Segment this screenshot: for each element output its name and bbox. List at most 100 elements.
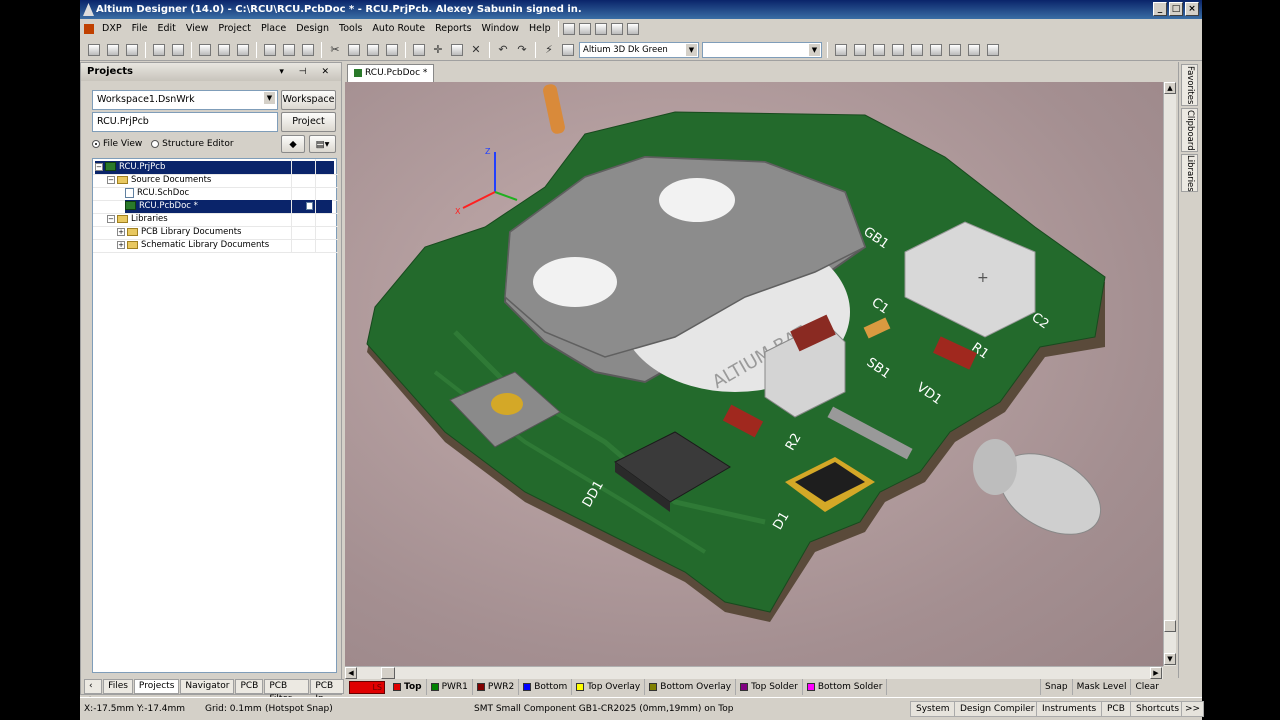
tree-item-schdoc[interactable]: RCU.SchDoc — [125, 187, 189, 200]
zoom-area-icon[interactable] — [281, 42, 297, 58]
expand-icon[interactable]: + — [117, 227, 125, 236]
close-button[interactable]: × — [1185, 2, 1199, 16]
room-icon[interactable] — [609, 21, 625, 37]
menu-tools[interactable]: Tools — [334, 19, 367, 39]
expand-icon[interactable]: + — [117, 240, 125, 249]
project-button[interactable]: Project — [281, 112, 336, 132]
interactive-route-icon[interactable] — [577, 21, 593, 37]
scroll-right-icon[interactable]: ▶ — [1150, 667, 1162, 679]
tab-projects[interactable]: Projects — [133, 679, 180, 694]
tree-item-pcbdoc[interactable]: RCU.PcbDoc * — [125, 200, 332, 213]
collapse-icon[interactable]: − — [107, 175, 115, 184]
tree-item-project[interactable]: − RCU.PrjPcb — [95, 161, 334, 174]
tab-favorites[interactable]: Favorites — [1181, 64, 1198, 106]
project-options-icon[interactable]: ▤▾ — [309, 135, 336, 153]
fill-icon[interactable] — [928, 42, 944, 58]
zoom-fit-icon[interactable] — [262, 42, 278, 58]
tab-files[interactable]: Files — [103, 679, 133, 694]
browse-icon[interactable] — [560, 42, 576, 58]
open-icon[interactable] — [105, 42, 121, 58]
tree-item-pcb-library-documents[interactable]: + PCB Library Documents — [117, 226, 241, 239]
new-icon[interactable] — [86, 42, 102, 58]
layer-top-overlay[interactable]: Top Overlay — [572, 679, 646, 695]
layer-top-solder[interactable]: Top Solder — [736, 679, 803, 695]
move-icon[interactable]: ✛ — [430, 42, 446, 58]
menu-place[interactable]: Place — [256, 19, 291, 39]
workspace-button[interactable]: Workspace — [281, 90, 336, 110]
project-field[interactable]: RCU.PrjPcb — [92, 112, 278, 132]
menu-project[interactable]: Project — [213, 19, 256, 39]
menu-edit[interactable]: Edit — [152, 19, 180, 39]
menu-file[interactable]: File — [127, 19, 153, 39]
save-icon[interactable] — [124, 42, 140, 58]
layer-bottom[interactable]: Bottom — [519, 679, 573, 695]
tab-scroll-left[interactable]: ‹ › — [84, 679, 103, 704]
component-icon[interactable] — [985, 42, 1001, 58]
clear-button[interactable]: Clear — [1130, 679, 1163, 695]
pcb-3d-viewport[interactable]: Z X ALTIUM BAT GB1 + C1 C2 R1 SB1 VD1 R2… — [345, 82, 1163, 666]
arc-icon[interactable] — [871, 42, 887, 58]
tab-pcb[interactable]: PCB — [235, 679, 264, 694]
vertical-scrollbar[interactable]: ▲ ▼ — [1163, 82, 1176, 666]
tab-pcb-inspector[interactable]: PCB In — [310, 679, 344, 704]
layers-icon[interactable] — [197, 42, 213, 58]
print-preview-icon[interactable] — [170, 42, 186, 58]
via-icon[interactable] — [909, 42, 925, 58]
paste-icon[interactable] — [365, 42, 381, 58]
second-select[interactable]: ▼ — [702, 41, 822, 58]
undo-icon[interactable]: ↶ — [495, 42, 511, 58]
scroll-thumb[interactable] — [1164, 620, 1176, 632]
snap-button[interactable]: Snap — [1040, 679, 1072, 695]
tab-pcbdoc[interactable]: RCU.PcbDoc * — [347, 64, 435, 82]
scroll-up-icon[interactable]: ▲ — [1164, 82, 1176, 94]
print-icon[interactable] — [151, 42, 167, 58]
diff-pair-icon[interactable] — [852, 42, 868, 58]
tab-clipboard[interactable]: Clipboard — [1181, 108, 1198, 152]
pad-icon[interactable] — [890, 42, 906, 58]
dimension-icon[interactable] — [593, 21, 609, 37]
layer-set-button[interactable]: LS — [349, 680, 385, 694]
scroll-left-icon[interactable]: ◀ — [345, 667, 357, 679]
layer-bottom-overlay[interactable]: Bottom Overlay — [645, 679, 737, 695]
horizontal-scrollbar[interactable]: ◀ ▶ — [345, 666, 1163, 679]
tab-libraries[interactable]: Libraries — [1181, 154, 1198, 192]
layer-pwr2[interactable]: PWR2 — [473, 679, 520, 695]
more-button[interactable]: >> — [1181, 701, 1205, 717]
sheet-icon[interactable] — [235, 42, 251, 58]
deselect-icon[interactable] — [449, 42, 465, 58]
text-icon[interactable] — [966, 42, 982, 58]
clear-filter-icon[interactable]: ✕ — [468, 42, 484, 58]
tree-item-schematic-library-documents[interactable]: + Schematic Library Documents — [117, 239, 269, 252]
layer-top[interactable]: Top — [389, 679, 427, 695]
structure-editor-radio[interactable] — [151, 139, 160, 148]
menu-auto-route[interactable]: Auto Route — [367, 19, 430, 39]
scroll-down-icon[interactable]: ▼ — [1164, 653, 1176, 665]
track-icon[interactable] — [833, 42, 849, 58]
instruments-button[interactable]: Instruments — [1036, 701, 1103, 717]
tab-navigator[interactable]: Navigator — [180, 679, 235, 694]
view-config-select[interactable]: Altium 3D Dk Green ▼ — [579, 41, 699, 58]
menu-design[interactable]: Design — [291, 19, 334, 39]
menu-window[interactable]: Window — [477, 19, 524, 39]
workspace-select[interactable]: Workspace1.DsnWrk ▼ — [92, 90, 278, 110]
menu-help[interactable]: Help — [524, 19, 556, 39]
cross-probe-icon[interactable]: ⚡ — [541, 42, 557, 58]
panel-controls[interactable]: ▾ ⊣ ✕ — [279, 63, 335, 81]
collapse-icon[interactable]: − — [95, 162, 103, 171]
menu-view[interactable]: View — [181, 19, 214, 39]
grid-icon[interactable] — [625, 21, 641, 37]
tree-item-libraries[interactable]: − Libraries — [107, 213, 168, 226]
shortcuts-button[interactable]: Shortcuts — [1130, 701, 1186, 717]
tab-pcb-filter[interactable]: PCB Filter — [264, 679, 310, 704]
design-compiler-button[interactable]: Design Compiler — [954, 701, 1041, 717]
compile-icon[interactable]: ◆ — [281, 135, 305, 153]
maximize-button[interactable]: □ — [1169, 2, 1183, 16]
redo-icon[interactable]: ↷ — [514, 42, 530, 58]
pcb-button[interactable]: PCB — [1101, 701, 1131, 717]
minimize-button[interactable]: _ — [1153, 2, 1167, 16]
system-button[interactable]: System — [910, 701, 956, 717]
menu-reports[interactable]: Reports — [430, 19, 476, 39]
collapse-icon[interactable]: − — [107, 214, 115, 223]
scroll-thumb[interactable] — [381, 667, 395, 679]
layer-pwr1[interactable]: PWR1 — [427, 679, 473, 695]
